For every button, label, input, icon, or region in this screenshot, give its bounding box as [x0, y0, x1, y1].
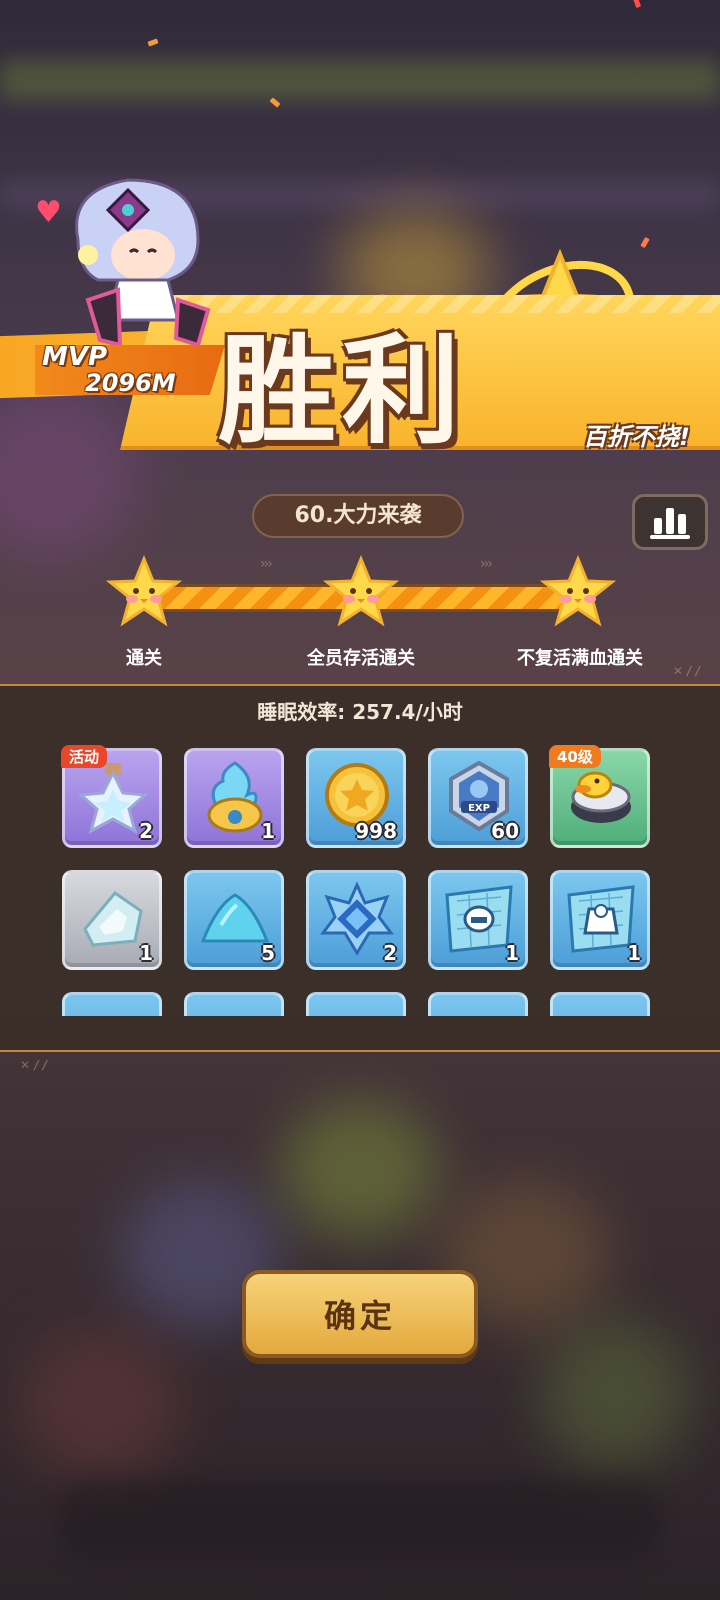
level-tag: 40级: [549, 745, 601, 768]
reward-item[interactable]: 1: [428, 870, 528, 970]
reward-item-partial[interactable]: [184, 992, 284, 1016]
panel-edge-deco: ✕ / /: [20, 1058, 48, 1072]
item-count: 5: [261, 941, 275, 965]
victory-subtitle: 百折不挠!: [583, 423, 690, 451]
item-count: 1: [505, 941, 519, 965]
svg-text:EXP: EXP: [468, 803, 490, 814]
mvp-damage-value: 2096M: [85, 369, 176, 397]
stats-button[interactable]: [632, 494, 708, 550]
reward-item-partial[interactable]: [550, 992, 650, 1016]
reward-item[interactable]: 1: [550, 870, 650, 970]
arrow-deco: ›››: [480, 556, 493, 572]
item-count: 1: [139, 941, 153, 965]
victory-title: 胜利: [218, 321, 467, 460]
item-count: 60: [491, 819, 519, 843]
reward-item[interactable]: 活动 2: [61, 745, 162, 848]
goal-label-no-revive: 不复活满血通关: [517, 648, 643, 669]
reward-item[interactable]: 1: [62, 870, 162, 970]
confirm-button[interactable]: 确定: [242, 1270, 478, 1358]
goal-star-icon: [540, 555, 616, 627]
goal-label-all-survive: 全员存活通关: [307, 648, 415, 669]
reward-item-partial[interactable]: [428, 992, 528, 1016]
reward-item[interactable]: 1: [184, 748, 284, 848]
victory-banner: 胜利 百折不挠! MVP 2096M: [0, 178, 720, 470]
item-count: 2: [383, 941, 397, 965]
item-count: 2: [139, 819, 153, 843]
mvp-character-avatar[interactable]: [48, 170, 218, 350]
rewards-panel[interactable]: ✕ / / ✕ / / 睡眠效率: 257.4/小时 活动 2 1 998 EX…: [0, 664, 720, 1072]
reward-item[interactable]: 2: [306, 870, 406, 970]
goal-star-icon: [106, 555, 182, 627]
panel-edge-deco: ✕ / /: [672, 664, 700, 678]
item-count: 1: [261, 819, 275, 843]
goal-label-clear: 通关: [126, 648, 162, 669]
reward-grid[interactable]: 活动 2 1 998 EXP 60 40级 1 5 2 1 1: [0, 738, 720, 1016]
bar-chart-icon: [650, 508, 690, 539]
goal-star-icon: [323, 555, 399, 627]
reward-item[interactable]: 5: [184, 870, 284, 970]
reward-item[interactable]: 40级: [549, 745, 650, 848]
reward-item-partial[interactable]: [62, 992, 162, 1016]
reward-item[interactable]: EXP 60: [428, 748, 528, 848]
mvp-label: MVP: [42, 342, 108, 372]
stage-name-pill: 60.大力来袭: [252, 494, 464, 538]
reward-item-partial[interactable]: [306, 992, 406, 1016]
arrow-deco: ›››: [260, 556, 273, 572]
sleep-efficiency: 睡眠效率: 257.4/小时: [257, 700, 463, 724]
item-count: 998: [355, 819, 397, 843]
event-tag: 活动: [61, 745, 108, 768]
duck-hat-icon: [571, 771, 631, 823]
item-count: 1: [627, 941, 641, 965]
reward-item[interactable]: 998: [306, 748, 406, 848]
